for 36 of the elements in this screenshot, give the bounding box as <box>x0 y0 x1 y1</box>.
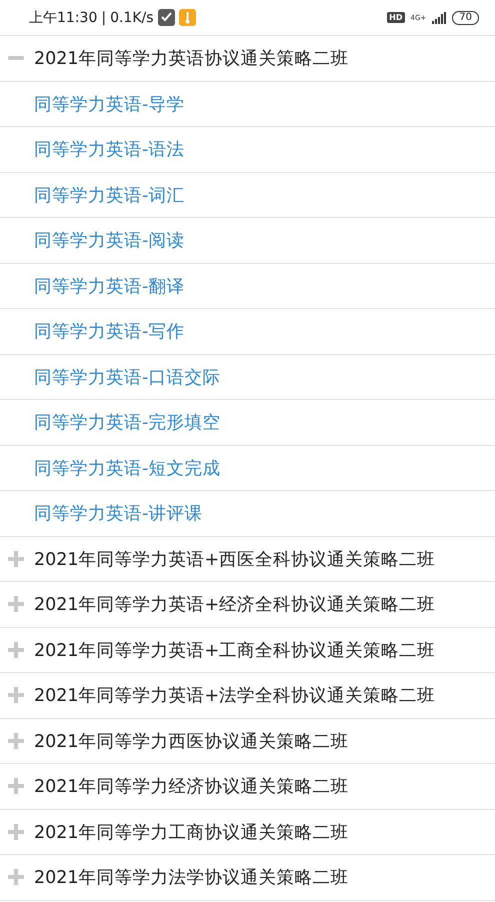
course-group[interactable]: 2021年同等学力经济协议通关策略二班 <box>34 774 349 798</box>
lesson-link[interactable]: 同等学力英语-语法 <box>8 137 184 162</box>
thermometer-icon <box>178 9 196 26</box>
lesson-link[interactable]: 同等学力英语-口语交际 <box>8 364 220 389</box>
course-group[interactable]: 2021年同等学力法学协议通关策略二班 <box>34 865 349 890</box>
course-group[interactable]: 2021年同等学力英语协议通关策略二班 <box>34 46 349 70</box>
lesson-link[interactable]: 同等学力英语-写作 <box>8 319 184 344</box>
lesson-link[interactable]: 同等学力英语-阅读 <box>8 228 184 252</box>
course-group[interactable]: 2021年同等学力西医协议通关策略二班 <box>34 728 349 753</box>
lesson-link[interactable]: 同等学力英语-导学 <box>8 92 184 116</box>
network-speed: 0.1K/s <box>110 10 154 26</box>
clock-time: 上午11:30 <box>29 8 98 26</box>
plus-icon[interactable] <box>8 550 24 567</box>
plus-icon[interactable] <box>8 687 24 704</box>
course-group[interactable]: 2021年同等学力英语+经济全科协议通关策略二班 <box>34 592 436 616</box>
lesson-link[interactable]: 同等学力英语-讲评课 <box>8 501 202 526</box>
plus-icon[interactable] <box>8 596 24 612</box>
minus-icon[interactable] <box>8 56 24 60</box>
course-group[interactable]: 2021年同等学力工商协议通关策略二班 <box>34 820 349 844</box>
signal-icon <box>432 12 446 24</box>
checkbox-icon <box>158 9 175 26</box>
plus-icon[interactable] <box>8 824 24 840</box>
hd-badge: HD <box>387 12 405 23</box>
plus-icon[interactable] <box>8 642 24 658</box>
plus-icon[interactable] <box>8 778 24 794</box>
lesson-link[interactable]: 同等学力英语-词汇 <box>8 182 184 207</box>
battery-level: 70 <box>452 10 479 24</box>
plus-icon[interactable] <box>8 869 24 886</box>
course-group[interactable]: 2021年同等学力英语+西医全科协议通关策略二班 <box>34 546 436 571</box>
separator: | <box>101 10 106 26</box>
lesson-link[interactable]: 同等学力英语-翻译 <box>8 274 184 298</box>
course-group[interactable]: 2021年同等学力英语+法学全科协议通关策略二班 <box>34 683 436 708</box>
plus-icon[interactable] <box>8 732 24 749</box>
lesson-link[interactable]: 同等学力英语-短文完成 <box>8 456 220 480</box>
course-group[interactable]: 2021年同等学力英语+工商全科协议通关策略二班 <box>34 638 436 662</box>
lesson-link[interactable]: 同等学力英语-完形填空 <box>8 410 220 434</box>
